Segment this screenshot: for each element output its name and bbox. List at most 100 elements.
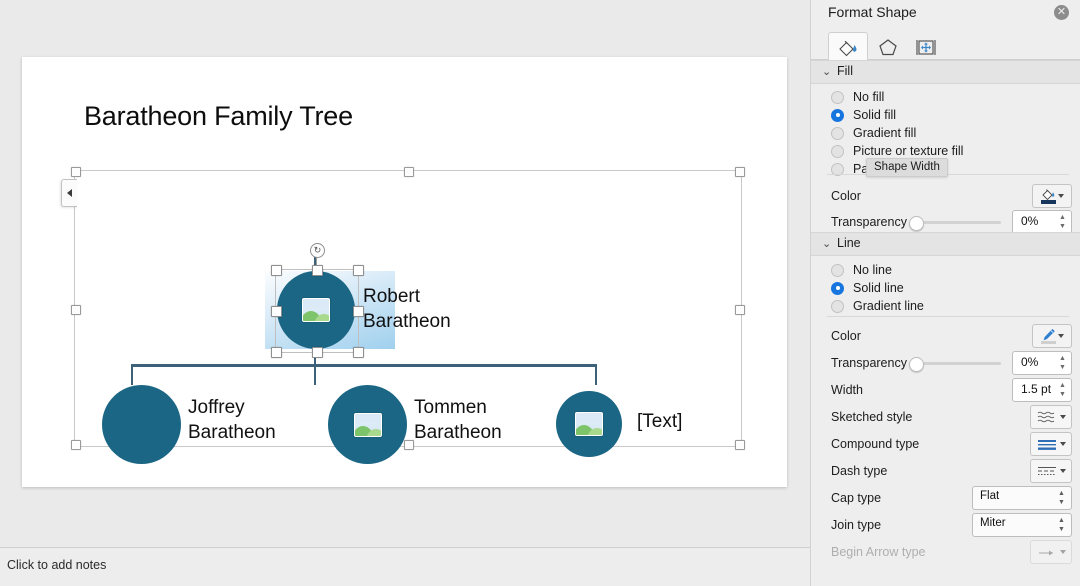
fill-option-no-fill[interactable]: No fill [831,88,884,106]
slide-editor: Baratheon Family Tree Robert Baratheon ↻… [0,0,810,586]
radio-icon[interactable] [831,144,844,158]
line-width-value: 1.5 pt [1021,382,1052,396]
smartart-handle-top-left[interactable] [71,167,81,177]
fill-option-gradient-fill[interactable]: Gradient fill [831,124,916,142]
smartart-handle-bottom-left[interactable] [71,440,81,450]
smartart-handle-middle-left[interactable] [71,304,81,315]
line-option-label: No line [853,263,892,277]
smartart-frame[interactable]: Robert Baratheon ↻ Joffrey Baratheon Tom… [61,167,745,464]
paint-bucket-icon [1040,188,1056,204]
tab-size-and-properties[interactable] [907,32,945,62]
child-node-circle-3[interactable] [556,391,622,457]
dash-type-button[interactable] [1030,459,1072,483]
line-width-stepper[interactable]: 1.5 pt ▲ ▼ [1012,378,1072,402]
smartart-handle-bottom-right[interactable] [735,440,745,450]
fill-divider [827,174,1069,175]
picture-placeholder-icon[interactable] [575,412,603,436]
child-node-label-2[interactable]: Tommen Baratheon [414,395,502,445]
panel-tabstrip [811,30,1080,63]
smartart-handle-middle-right[interactable] [735,304,745,315]
stepper-arrows-icon[interactable]: ▲ ▼ [1058,354,1067,372]
fill-transparency-stepper[interactable]: 0% ▲ ▼ [1012,210,1072,234]
root-handle-top-right[interactable] [353,265,364,276]
stepper-arrows-icon[interactable]: ▲ ▼ [1058,381,1067,399]
root-handle-middle-left[interactable] [271,306,282,317]
connector-drop-2 [314,365,316,385]
dash-type-row: Dash type [811,459,1080,483]
sketched-style-button[interactable] [1030,405,1072,429]
cap-type-select[interactable]: Flat ▲ ▼ [972,486,1072,510]
fill-section-header[interactable]: ⌄ Fill [811,60,1080,84]
stepper-arrows-icon[interactable]: ▲ ▼ [1057,489,1066,507]
stepper-arrows-icon[interactable]: ▲ ▼ [1058,213,1067,231]
line-option-label: Solid line [853,281,904,295]
picture-placeholder-icon[interactable] [353,412,382,437]
line-transparency-stepper[interactable]: 0% ▲ ▼ [1012,351,1072,375]
notes-pane[interactable]: Click to add notes [0,548,810,586]
chevron-down-icon: ⌄ [822,66,832,78]
join-type-select[interactable]: Miter ▲ ▼ [972,513,1072,537]
line-color-swatch [1040,341,1056,344]
smartart-handle-top-right[interactable] [735,167,745,177]
powerpoint-window: Baratheon Family Tree Robert Baratheon ↻… [0,0,1080,586]
smartart-handle-top-center[interactable] [404,167,414,177]
fill-color-label: Color [831,189,861,203]
smartart-text-pane-toggle[interactable] [61,179,77,207]
radio-icon-selected[interactable] [831,108,844,122]
root-handle-bottom-right[interactable] [353,347,364,358]
radio-icon[interactable] [831,263,844,277]
shape-width-tooltip: Shape Width [866,158,948,177]
line-divider [827,316,1069,317]
line-option-gradient-line[interactable]: Gradient line [831,297,924,315]
begin-arrow-type-button[interactable] [1030,540,1072,564]
fill-option-solid-fill[interactable]: Solid fill [831,106,896,124]
line-transparency-value: 0% [1021,355,1039,369]
line-option-no-line[interactable]: No line [831,261,892,279]
slide-canvas[interactable]: Baratheon Family Tree Robert Baratheon ↻… [22,57,787,487]
chevron-down-icon [1060,550,1066,554]
notes-placeholder[interactable]: Click to add notes [7,558,106,572]
radio-icon[interactable] [831,126,844,140]
child-node-circle-1[interactable] [102,385,181,464]
root-handle-top-left[interactable] [271,265,282,276]
arrow-type-icon [1039,550,1053,555]
line-transparency-knob[interactable] [909,357,924,372]
connector-drop-3 [595,365,597,385]
root-handle-bottom-left[interactable] [271,347,282,358]
tab-fill-and-line[interactable] [828,32,868,63]
slide-title[interactable]: Baratheon Family Tree [84,101,353,132]
radio-icon[interactable] [831,90,844,104]
chevron-down-icon [1060,469,1066,473]
line-option-solid-line[interactable]: Solid line [831,279,904,297]
close-icon[interactable]: ✕ [1054,5,1069,20]
root-handle-middle-right[interactable] [353,306,364,317]
line-color-button[interactable] [1032,324,1072,348]
root-handle-top-center[interactable] [312,265,323,276]
cap-type-row: Cap type Flat ▲ ▼ [811,486,1080,510]
smartart-handle-bottom-center[interactable] [404,440,414,450]
root-node-label[interactable]: Robert Baratheon [363,284,451,334]
compound-type-label: Compound type [831,437,920,451]
child-node-circle-2[interactable] [328,385,407,464]
tab-effects[interactable] [869,32,907,62]
child-node-label-3[interactable]: [Text] [637,409,682,434]
slide-workspace[interactable]: Baratheon Family Tree Robert Baratheon ↻… [0,0,810,547]
fill-color-button[interactable] [1032,184,1072,208]
fill-transparency-track[interactable] [912,221,1001,224]
line-transparency-label: Transparency [831,356,907,370]
radio-icon[interactable] [831,299,844,313]
line-section-header[interactable]: ⌄ Line [811,232,1080,256]
line-options: No line Solid line Gradient line [811,256,1080,314]
stepper-arrows-icon[interactable]: ▲ ▼ [1057,516,1066,534]
line-transparency-track[interactable] [912,362,1001,365]
begin-arrow-type-row: Begin Arrow type [811,540,1080,564]
fill-option-label: No fill [853,90,885,104]
radio-icon-selected[interactable] [831,281,844,295]
compound-type-button[interactable] [1030,432,1072,456]
fill-section-label: Fill [837,64,853,78]
rotation-handle[interactable]: ↻ [310,243,325,258]
fill-transparency-knob[interactable] [909,216,924,231]
root-handle-bottom-center[interactable] [312,347,323,358]
child-node-label-1[interactable]: Joffrey Baratheon [188,395,276,445]
chevron-down-icon: ⌄ [822,238,832,250]
